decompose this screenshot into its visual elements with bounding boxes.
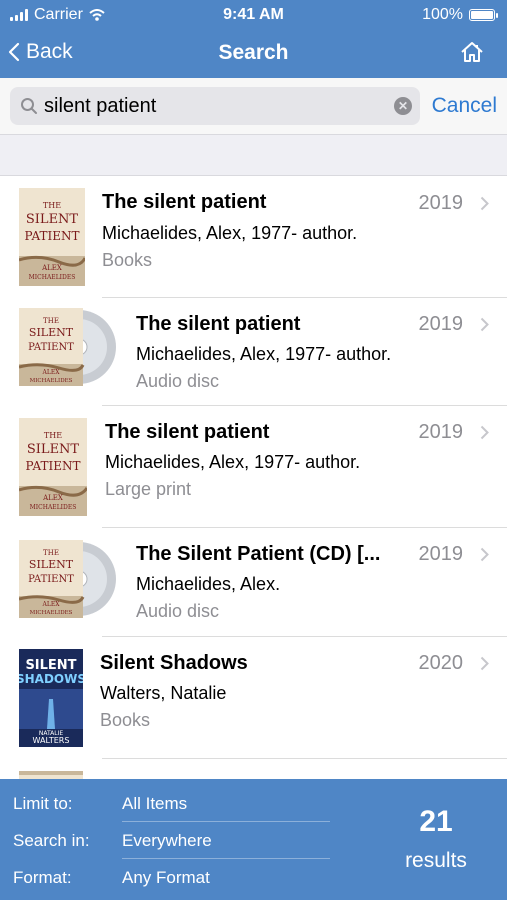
chevron-right-icon bbox=[480, 317, 489, 332]
book-cover-image: SILENT SHADOWS NATALIE WALTERS bbox=[19, 649, 83, 747]
result-author: Michaelides, Alex, 1977- author. bbox=[105, 452, 361, 472]
result-format: Audio disc bbox=[136, 601, 220, 621]
cover-text: MICHAELIDES bbox=[30, 378, 73, 384]
cover-text: MICHAELIDES bbox=[29, 274, 76, 281]
result-title: The silent patient bbox=[102, 191, 267, 213]
search-bar: ✕ Cancel bbox=[0, 78, 507, 134]
filter-footer: Limit to: All Items Search in: Everywher… bbox=[0, 779, 507, 900]
cover-text: ALEX bbox=[42, 601, 61, 608]
result-author: Michaelides, Alex, 1977- author. bbox=[102, 223, 358, 243]
cover-text: PATIENT bbox=[26, 459, 81, 473]
search-icon bbox=[21, 98, 37, 114]
nav-bar: Back Search bbox=[0, 30, 507, 78]
result-year: 2020 bbox=[418, 652, 464, 674]
status-bar: Carrier 9:41 AM 100% bbox=[0, 0, 507, 30]
filter-label: Limit to: bbox=[13, 794, 73, 813]
cover-text: ALEX bbox=[41, 264, 62, 272]
battery-percent: 100% bbox=[422, 6, 463, 23]
cover-text: ALEX bbox=[42, 494, 63, 502]
cover-text: ALEX bbox=[42, 369, 61, 376]
cover-text: PATIENT bbox=[25, 229, 80, 243]
clear-search-icon[interactable]: ✕ bbox=[394, 97, 412, 115]
result-title: The silent patient bbox=[105, 421, 270, 443]
cover-text: SILENT bbox=[26, 212, 79, 227]
home-icon bbox=[461, 42, 483, 62]
cover-text: SILENT bbox=[27, 442, 80, 457]
section-spacer bbox=[0, 134, 507, 176]
cover-text: PATIENT bbox=[28, 574, 74, 585]
cover-text: MICHAELIDES bbox=[30, 504, 77, 511]
result-format: Books bbox=[100, 710, 151, 730]
search-input[interactable] bbox=[44, 87, 384, 125]
book-cover-image bbox=[19, 771, 83, 779]
result-author: Michaelides, Alex. bbox=[136, 574, 281, 594]
audio-disc-cover-image: THE SILENT PATIENT ALEX MICHAELIDES bbox=[19, 308, 116, 386]
result-year: 2019 bbox=[418, 192, 464, 214]
home-button[interactable] bbox=[459, 40, 485, 69]
battery-icon bbox=[469, 9, 498, 21]
cover-text: THE bbox=[43, 317, 59, 325]
result-format: Audio disc bbox=[136, 371, 220, 391]
result-format: Large print bbox=[105, 479, 192, 499]
filter-format-row[interactable]: Format: Any Format bbox=[0, 859, 330, 896]
result-format: Books bbox=[102, 250, 153, 270]
result-row[interactable]: THE SILENT PATIENT ALEX MICHAELIDES The … bbox=[0, 177, 507, 298]
search-field[interactable]: ✕ bbox=[10, 87, 420, 125]
cancel-button[interactable]: Cancel bbox=[432, 94, 497, 118]
cover-text: SHADOWS bbox=[19, 672, 83, 686]
cover-text: PATIENT bbox=[28, 342, 74, 353]
status-right: 100% bbox=[422, 6, 498, 24]
result-row[interactable]: SILENT SHADOWS NATALIE WALTERS Silent Sh… bbox=[0, 637, 507, 759]
result-count: 21 bbox=[419, 805, 453, 838]
result-row[interactable]: THE SILENT PATIENT ALEX MICHAELIDES The … bbox=[0, 298, 507, 406]
result-row[interactable] bbox=[0, 759, 507, 779]
filter-limit-row[interactable]: Limit to: All Items bbox=[0, 785, 330, 822]
cover-text: THE bbox=[43, 549, 59, 557]
filter-label: Format: bbox=[13, 868, 72, 887]
cover-text: SILENT bbox=[29, 326, 74, 339]
book-cover-image: THE SILENT PATIENT ALEX MICHAELIDES bbox=[19, 188, 85, 286]
result-title: Silent Shadows bbox=[100, 652, 248, 674]
cover-text: WALTERS bbox=[33, 736, 70, 745]
book-cover-image: THE SILENT PATIENT ALEX MICHAELIDES bbox=[19, 418, 87, 516]
result-row[interactable]: THE SILENT PATIENT ALEX MICHAELIDES The … bbox=[0, 406, 507, 528]
result-row[interactable]: THE SILENT PATIENT ALEX MICHAELIDES The … bbox=[0, 528, 507, 637]
results-list: THE SILENT PATIENT ALEX MICHAELIDES The … bbox=[0, 177, 507, 779]
result-author: Michaelides, Alex, 1977- author. bbox=[136, 344, 392, 364]
result-year: 2019 bbox=[418, 543, 464, 565]
filter-value[interactable]: Any Format bbox=[122, 868, 210, 888]
chevron-right-icon bbox=[480, 196, 489, 211]
filter-search-in-row[interactable]: Search in: Everywhere bbox=[0, 822, 330, 859]
result-title: The silent patient bbox=[136, 313, 301, 335]
chevron-right-icon bbox=[480, 425, 489, 440]
result-year: 2019 bbox=[418, 421, 464, 443]
audio-disc-cover-image: THE SILENT PATIENT ALEX MICHAELIDES bbox=[19, 540, 116, 618]
cover-text: MICHAELIDES bbox=[30, 610, 73, 616]
result-title: The Silent Patient (CD) [... bbox=[136, 543, 381, 565]
page-title: Search bbox=[218, 41, 289, 64]
cover-text: THE bbox=[44, 431, 62, 440]
chevron-right-icon bbox=[480, 656, 489, 671]
result-count-label: results bbox=[405, 849, 467, 872]
cover-text: SILENT bbox=[25, 658, 76, 673]
chevron-right-icon bbox=[480, 547, 489, 562]
result-author: Walters, Natalie bbox=[100, 683, 227, 703]
cover-text: THE bbox=[43, 201, 61, 210]
filter-label: Search in: bbox=[13, 831, 90, 850]
cover-text: SILENT bbox=[29, 558, 74, 571]
result-year: 2019 bbox=[418, 313, 464, 335]
filter-value[interactable]: All Items bbox=[122, 794, 187, 814]
filter-value[interactable]: Everywhere bbox=[122, 831, 212, 851]
